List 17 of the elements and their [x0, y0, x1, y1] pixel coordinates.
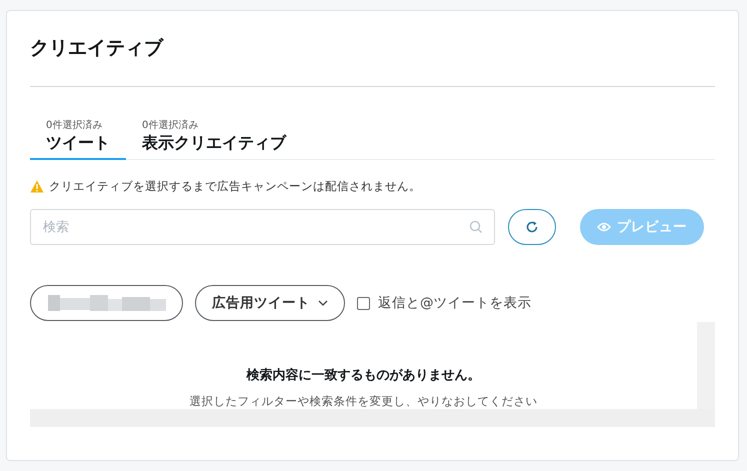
warning-text: クリエイティブを選択するまで広告キャンペーンは配信されません。	[49, 179, 421, 194]
account-dropdown[interactable]	[30, 285, 183, 321]
tab[interactable]: 0件選択済み ツイート	[30, 119, 126, 160]
search-field[interactable]: 検索	[30, 209, 495, 245]
tab[interactable]: 0件選択済み 表示クリエイティブ	[126, 119, 302, 160]
empty-title: 検索内容に一致するものがありません。	[245, 366, 482, 384]
tweet-type-dropdown[interactable]: 広告用ツイート	[195, 285, 345, 321]
eye-icon	[597, 222, 611, 232]
refresh-button[interactable]	[508, 209, 556, 245]
chevron-down-icon	[318, 300, 328, 306]
warning-icon	[30, 180, 44, 193]
empty-message: 選択したフィルターや検索条件を変更し、やりなおしてください	[188, 394, 538, 409]
search-icon	[469, 220, 483, 234]
checkbox-label: 返信と@ツイートを表示	[378, 294, 532, 312]
checkbox[interactable]	[357, 296, 370, 310]
refresh-icon	[525, 220, 539, 234]
section-title: クリエイティブ	[30, 36, 165, 61]
